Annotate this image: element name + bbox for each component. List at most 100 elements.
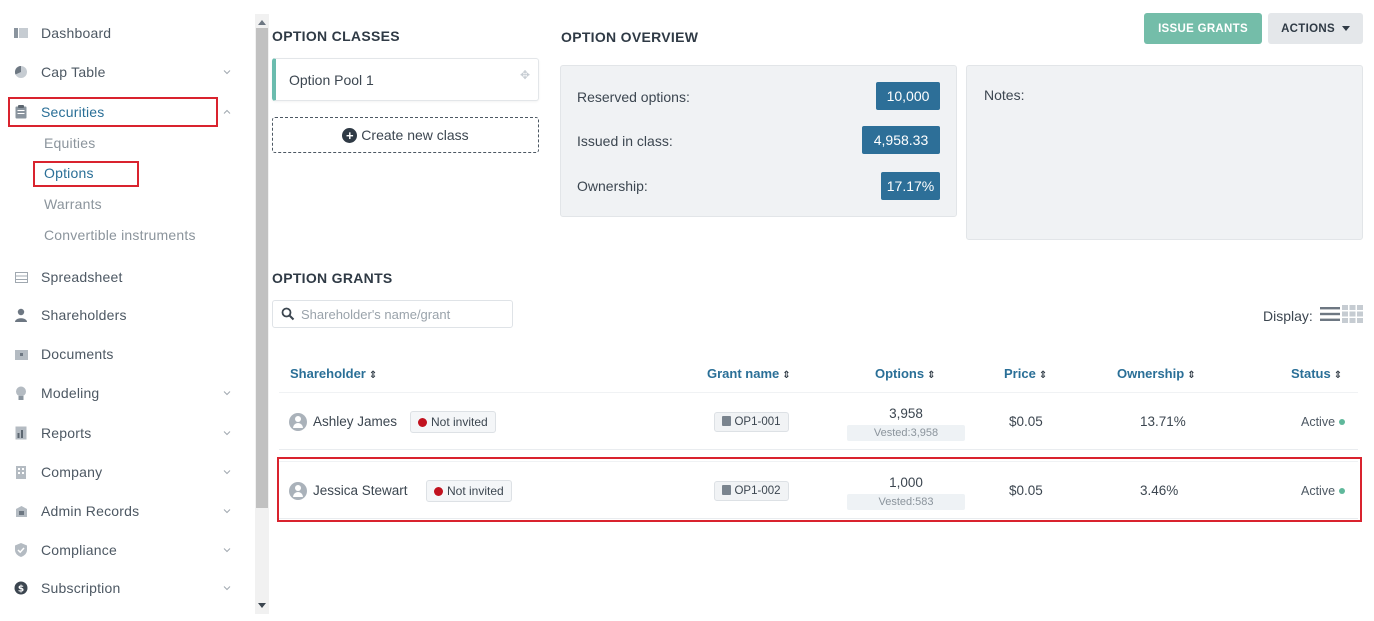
sidebar-item-compliance[interactable]: Compliance	[0, 535, 250, 565]
certificate-icon	[722, 416, 732, 426]
create-new-class-button[interactable]: + Create new class	[272, 117, 539, 153]
column-header-price[interactable]: Price ⇕	[1004, 366, 1047, 381]
scrollbar-thumb[interactable]	[256, 28, 268, 508]
option-overview-heading: OPTION OVERVIEW	[561, 29, 699, 45]
sort-icon: ⇕	[368, 370, 378, 381]
chevron-down-icon[interactable]	[222, 583, 232, 593]
sort-icon: ⇕	[782, 370, 791, 381]
column-header-status[interactable]: Status ⇕	[1291, 366, 1342, 381]
option-class-card[interactable]: Option Pool 1 ✥	[272, 58, 539, 101]
sidebar-item-reports[interactable]: Reports	[0, 418, 250, 448]
column-header-label: Price	[1004, 366, 1036, 381]
sidebar-item-dashboard[interactable]: Dashboard	[0, 18, 250, 48]
create-class-label: Create new class	[361, 127, 469, 143]
sidebar-item-cap-table[interactable]: Cap Table	[0, 57, 250, 87]
grant-name-badge[interactable]: OP1-001	[714, 412, 789, 432]
sidebar-subitem-warrants[interactable]: Warrants	[44, 196, 102, 212]
sidebar-item-label: Cap Table	[41, 64, 106, 80]
sidebar-item-label: Shareholders	[41, 307, 127, 323]
ownership-value: 17.17%	[881, 172, 940, 200]
display-label: Display:	[1263, 308, 1313, 324]
red-dot-icon	[418, 418, 427, 427]
table-row[interactable]: Ashley James Not invited OP1-001 3,958 V…	[279, 392, 1358, 450]
drag-handle-icon[interactable]: ✥	[520, 68, 530, 82]
options-value: 3,958	[889, 406, 923, 421]
option-grants-heading: OPTION GRANTS	[272, 270, 393, 286]
sidebar-item-subscription[interactable]: $ Subscription	[0, 573, 250, 603]
chevron-up-icon[interactable]	[222, 107, 232, 117]
sidebar-item-label: Compliance	[41, 542, 117, 558]
green-dot-icon	[1339, 419, 1346, 425]
dashboard-icon	[14, 26, 28, 40]
grant-status-label: Active	[1301, 415, 1336, 429]
scroll-up-icon[interactable]	[258, 20, 266, 25]
sidebar-item-modeling[interactable]: Modeling	[0, 378, 250, 408]
sort-icon: ⇕	[1038, 370, 1048, 381]
invite-status-badge: Not invited	[410, 411, 496, 433]
column-header-grant-name[interactable]: Grant name ⇕	[707, 366, 791, 381]
notes-label: Notes:	[984, 87, 1025, 103]
sidebar-item-label: Company	[41, 464, 103, 480]
shield-check-icon	[14, 543, 28, 557]
option-classes-heading: OPTION CLASSES	[272, 28, 400, 44]
caret-down-icon	[1341, 26, 1350, 31]
sort-icon: ⇕	[1187, 370, 1196, 381]
lightbulb-icon	[14, 386, 28, 400]
actions-dropdown-button[interactable]: ACTIONS	[1268, 13, 1363, 44]
sidebar-subitem-convertible-instruments[interactable]: Convertible instruments	[44, 227, 196, 243]
sort-icon: ⇕	[927, 370, 936, 381]
sidebar: Dashboard Cap Table Securities Equities …	[0, 0, 255, 621]
avatar	[289, 413, 307, 431]
report-icon	[14, 426, 28, 440]
issued-in-class-value: 4,958.33	[862, 126, 940, 154]
column-header-label: Status	[1291, 366, 1331, 381]
issue-grants-button[interactable]: ISSUE GRANTS	[1144, 13, 1262, 44]
column-header-options[interactable]: Options ⇕	[875, 366, 936, 381]
sidebar-item-label: Subscription	[41, 580, 121, 596]
search-box[interactable]	[272, 300, 513, 328]
sidebar-subitem-equities[interactable]: Equities	[44, 135, 95, 151]
chevron-down-icon[interactable]	[222, 506, 232, 516]
grid-view-icon[interactable]	[1342, 305, 1363, 323]
chevron-down-icon[interactable]	[222, 545, 232, 555]
building-icon	[14, 465, 28, 479]
pie-chart-icon	[14, 65, 28, 79]
column-header-label: Shareholder	[290, 366, 366, 381]
sidebar-item-documents[interactable]: Documents	[0, 339, 250, 369]
sidebar-item-company[interactable]: Company	[0, 457, 250, 487]
shareholder-name[interactable]: Ashley James	[313, 414, 397, 429]
chevron-down-icon[interactable]	[222, 467, 232, 477]
search-icon	[281, 307, 295, 321]
invite-status-label: Not invited	[431, 415, 488, 429]
sidebar-item-spreadsheet[interactable]: Spreadsheet	[0, 262, 250, 292]
column-header-label: Options	[875, 366, 925, 381]
ownership-label: Ownership:	[577, 178, 648, 194]
issued-in-class-label: Issued in class:	[577, 133, 673, 149]
column-header-shareholder[interactable]: Shareholder ⇕	[290, 366, 377, 381]
sidebar-item-label: Spreadsheet	[41, 269, 123, 285]
securities-highlight-box	[8, 97, 218, 127]
folder-icon	[14, 347, 28, 361]
sidebar-item-label: Reports	[41, 425, 92, 441]
chevron-down-icon[interactable]	[222, 388, 232, 398]
svg-text:$: $	[18, 585, 24, 595]
sidebar-item-label: Dashboard	[41, 25, 112, 41]
dollar-circle-icon: $	[14, 581, 28, 595]
sidebar-item-label: Admin Records	[41, 503, 140, 519]
column-header-ownership[interactable]: Ownership ⇕	[1117, 366, 1196, 381]
sidebar-item-shareholders[interactable]: Shareholders	[0, 300, 250, 330]
reserved-options-label: Reserved options:	[577, 89, 690, 105]
sidebar-item-label: Documents	[41, 346, 114, 362]
scroll-down-icon[interactable]	[258, 603, 266, 608]
notes-panel[interactable]: Notes:	[966, 65, 1363, 240]
sidebar-item-admin-records[interactable]: Admin Records	[0, 496, 250, 526]
sort-icon: ⇕	[1333, 370, 1343, 381]
actions-label: ACTIONS	[1281, 22, 1335, 35]
plus-circle-icon: +	[342, 127, 358, 143]
chevron-down-icon[interactable]	[222, 428, 232, 438]
sidebar-item-label: Modeling	[41, 385, 100, 401]
search-input[interactable]	[301, 305, 506, 323]
chevron-down-icon[interactable]	[222, 67, 232, 77]
list-view-icon[interactable]	[1320, 306, 1340, 322]
options-highlight-box	[33, 161, 139, 187]
